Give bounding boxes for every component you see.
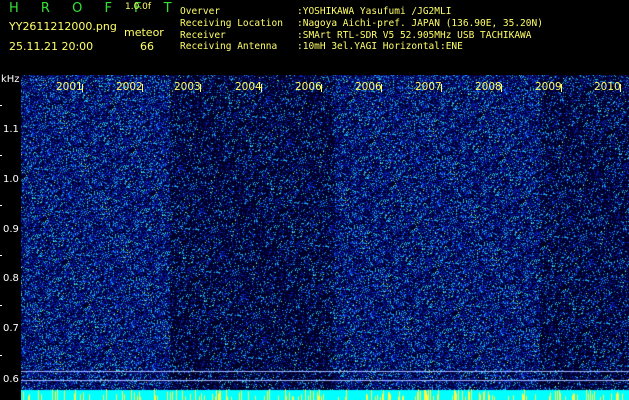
- time-tick: [82, 84, 83, 92]
- header-panel: H R O F F T 1.0.0f YY2611212000.png mete…: [0, 0, 629, 75]
- info-key-observer: Overver: [180, 6, 221, 17]
- y-tick-label: 0.6: [3, 374, 19, 385]
- y-tick-label: 1.0: [3, 174, 19, 185]
- time-label: 2006: [355, 81, 382, 93]
- y-minor-tick: [0, 305, 2, 306]
- y-minor-tick: [0, 355, 2, 356]
- time-tick: [261, 84, 262, 92]
- time-tick: [561, 84, 562, 92]
- app-title: H R O F F T: [9, 1, 181, 16]
- time-tick: [501, 84, 502, 92]
- info-key-antenna: Receiving Antenna: [180, 41, 278, 52]
- time-label: 2007: [415, 81, 442, 93]
- time-label: 2001: [56, 81, 83, 93]
- y-tick-label: 1.1: [3, 124, 19, 135]
- time-label: 2002: [116, 81, 143, 93]
- frequency-unit-label: kHz: [1, 74, 20, 85]
- spectrogram: [21, 75, 629, 400]
- y-tick-label: 0.7: [3, 323, 19, 334]
- time-tick: [381, 84, 382, 92]
- meteor-count: 66: [140, 40, 154, 53]
- app-version: 1.0.0f: [125, 2, 152, 12]
- info-value-antenna: :10mH 3el.YAGI Horizontal:ENE: [297, 41, 463, 52]
- observation-datetime: 25.11.21 20:00: [9, 40, 94, 53]
- info-value-receiver: :SMArt RTL-SDR V5 52.905MHz USB TACHIKAW…: [297, 30, 532, 41]
- info-key-receiver: Receiver: [180, 30, 226, 41]
- time-tick: [620, 84, 621, 92]
- y-minor-tick: [0, 105, 2, 106]
- time-label: 2008: [475, 81, 502, 93]
- time-tick: [142, 84, 143, 92]
- y-tick-label: 0.9: [3, 224, 19, 235]
- y-minor-tick: [0, 255, 2, 256]
- y-tick-label: 0.8: [3, 273, 19, 284]
- info-value-location: :Nagoya Aichi-pref. JAPAN (136.90E, 35.2…: [297, 18, 543, 29]
- info-key-location: Receiving Location: [180, 18, 283, 29]
- y-minor-tick: [0, 205, 2, 206]
- time-tick: [441, 84, 442, 92]
- time-label: 2009: [535, 81, 562, 93]
- time-label: 2006: [295, 81, 322, 93]
- time-tick: [200, 84, 201, 92]
- time-label: 2010: [594, 81, 621, 93]
- image-filename: YY2611212000.png: [9, 20, 117, 33]
- time-label: 2004: [235, 81, 262, 93]
- time-tick: [321, 84, 322, 92]
- info-value-observer: :YOSHIKAWA Yasufumi /JG2MLI: [297, 6, 452, 17]
- meteor-label: meteor: [124, 26, 164, 39]
- y-minor-tick: [0, 155, 2, 156]
- time-label: 2003: [174, 81, 201, 93]
